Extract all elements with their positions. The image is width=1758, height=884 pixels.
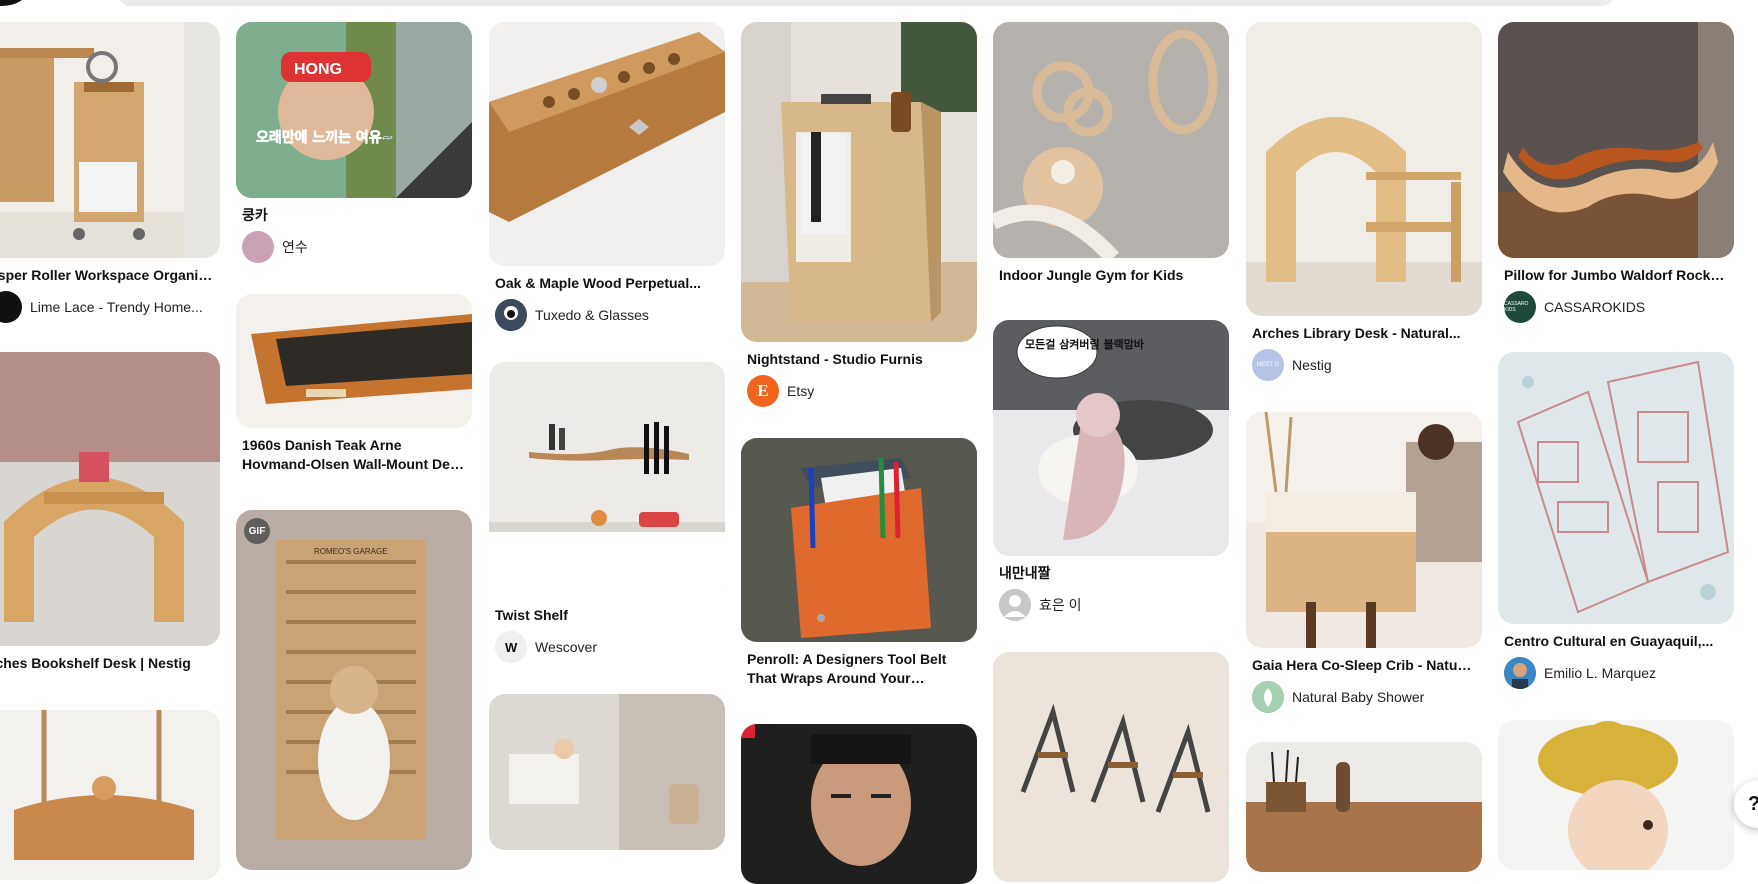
top-navigation-bar <box>0 0 1758 14</box>
pin-image[interactable]: HONG 오래만에 느끼는 여유~ <box>236 22 472 198</box>
pin-card[interactable]: Twist Shelf W Wescover <box>489 362 725 663</box>
pin-image[interactable]: ROMEO'S GARAGE GIF <box>236 510 472 870</box>
help-button[interactable]: ? <box>1734 780 1758 828</box>
pin-card[interactable]: ROMEO'S GARAGE GIF <box>236 510 472 870</box>
pin-title[interactable]: Indoor Jungle Gym for Kids <box>999 266 1223 285</box>
pin-image[interactable] <box>489 22 725 266</box>
search-bar[interactable] <box>118 0 1614 6</box>
creator-avatar <box>242 231 274 263</box>
pin-title[interactable]: Centro Cultural en Guayaquil,... <box>1504 632 1728 651</box>
pin-image[interactable] <box>741 22 977 342</box>
pin-card[interactable]: HONG 오래만에 느끼는 여유~ 쿵카 연수 <box>236 22 472 263</box>
pin-creator[interactable]: E Etsy <box>747 375 971 407</box>
pin-card[interactable]: Oak & Maple Wood Perpetual... Tuxedo & G… <box>489 22 725 331</box>
profile-avatar[interactable] <box>0 0 26 6</box>
pin-creator[interactable]: W Wescover <box>495 631 719 663</box>
default-user-avatar <box>999 589 1031 621</box>
pin-card[interactable]: 1960s Danish Teak Arne Hovmand-Olsen Wal… <box>236 294 472 474</box>
pin-image[interactable] <box>1246 22 1482 316</box>
creator-name[interactable]: Wescover <box>535 639 597 655</box>
pin-card[interactable]: Gaia Hera Co-Sleep Crib - Natura... Natu… <box>1246 412 1482 713</box>
pin-creator[interactable]: NEST G Nestig <box>1252 349 1476 381</box>
pin-card[interactable] <box>489 694 725 850</box>
pin-creator[interactable]: Emilio L. Marquez <box>1504 657 1728 689</box>
creator-avatar <box>1252 681 1284 713</box>
creator-avatar <box>1504 657 1536 689</box>
speech-bubble-text: 모든걸 삼켜버릴 블랙맘바 <box>1025 337 1145 351</box>
creator-avatar: NEST G <box>1252 349 1284 381</box>
pin-title[interactable]: Penroll: A Designers Tool Belt That Wrap… <box>747 650 971 688</box>
creator-name[interactable]: Etsy <box>787 383 814 399</box>
creator-name[interactable]: Emilio L. Marquez <box>1544 665 1656 681</box>
svg-text:W: W <box>505 640 518 655</box>
pin-title[interactable]: 내만내짤 <box>999 564 1223 583</box>
pin-image[interactable] <box>0 22 220 258</box>
pin-title[interactable]: Oak & Maple Wood Perpetual... <box>495 274 719 293</box>
pin-card[interactable] <box>993 652 1229 882</box>
pin-image[interactable] <box>1246 742 1482 872</box>
creator-name[interactable]: Nestig <box>1292 357 1332 373</box>
pin-image[interactable] <box>993 652 1229 882</box>
pin-creator[interactable]: Natural Baby Shower <box>1252 681 1476 713</box>
pin-creator[interactable]: 연수 <box>242 231 466 263</box>
pin-title[interactable]: Pillow for Jumbo Waldorf Rocker... <box>1504 266 1728 285</box>
pin-card[interactable] <box>1498 720 1734 870</box>
pin-card[interactable] <box>741 724 977 884</box>
pin-card[interactable] <box>1246 742 1482 872</box>
subtitle-overlay: 오래만에 느끼는 여유~ <box>256 129 393 146</box>
pin-creator[interactable]: Lime Lace - Trendy Home... <box>0 291 214 323</box>
pin-card[interactable]: asper Roller Workspace Organis... Lime L… <box>0 22 220 323</box>
creator-avatar: W <box>495 631 527 663</box>
creator-name[interactable]: 연수 <box>282 237 308 257</box>
pin-title[interactable]: 쿵카 <box>242 206 466 225</box>
pin-image[interactable]: 모든걸 삼켜버릴 블랙맘바 <box>993 320 1229 556</box>
pin-image[interactable] <box>0 710 220 880</box>
pin-title[interactable]: Twist Shelf <box>495 606 719 625</box>
pin-card[interactable] <box>0 710 220 880</box>
pin-image[interactable] <box>993 22 1229 258</box>
pin-image[interactable] <box>741 438 977 642</box>
pin-card[interactable]: 모든걸 삼켜버릴 블랙맘바 내만내짤 효은 이 <box>993 320 1229 621</box>
pin-title[interactable]: rches Bookshelf Desk | Nestig <box>0 654 214 673</box>
creator-name[interactable]: Tuxedo & Glasses <box>535 307 649 323</box>
pin-image[interactable] <box>0 352 220 646</box>
pin-card[interactable]: Pillow for Jumbo Waldorf Rocker... CASSA… <box>1498 22 1734 323</box>
pin-image[interactable] <box>489 694 725 850</box>
svg-text:HONG: HONG <box>294 61 342 78</box>
etsy-letter: E <box>757 381 769 400</box>
pin-image[interactable] <box>236 294 472 428</box>
pin-creator[interactable]: CASSARO KIDS CASSAROKIDS <box>1504 291 1728 323</box>
creator-avatar <box>495 299 527 331</box>
pin-image[interactable] <box>489 362 725 598</box>
creator-avatar: CASSARO KIDS <box>1504 291 1536 323</box>
pin-image[interactable] <box>1498 22 1734 258</box>
creator-name[interactable]: Lime Lace - Trendy Home... <box>30 299 203 315</box>
pin-card[interactable]: Indoor Jungle Gym for Kids <box>993 22 1229 285</box>
pin-title[interactable]: Gaia Hera Co-Sleep Crib - Natura... <box>1252 656 1476 675</box>
pin-image[interactable] <box>741 724 977 884</box>
pin-card[interactable]: Penroll: A Designers Tool Belt That Wrap… <box>741 438 977 688</box>
pin-title[interactable]: Nightstand - Studio Furnis <box>747 350 971 369</box>
pin-card[interactable]: Arches Library Desk - Natural... NEST G … <box>1246 22 1482 381</box>
pin-image[interactable] <box>1498 352 1734 624</box>
garage-sign: ROMEO'S GARAGE <box>314 547 388 556</box>
pin-creator[interactable]: 효은 이 <box>999 589 1223 621</box>
creator-avatar <box>0 291 22 323</box>
creator-name[interactable]: 효은 이 <box>1039 595 1082 615</box>
pin-card[interactable]: Nightstand - Studio Furnis E Etsy <box>741 22 977 407</box>
pin-title[interactable]: asper Roller Workspace Organis... <box>0 266 214 285</box>
gif-badge: GIF <box>244 518 270 544</box>
pin-card[interactable]: rches Bookshelf Desk | Nestig <box>0 352 220 673</box>
pin-creator[interactable]: Tuxedo & Glasses <box>495 299 719 331</box>
creator-name[interactable]: Natural Baby Shower <box>1292 689 1424 705</box>
pin-image[interactable] <box>1246 412 1482 648</box>
etsy-logo-avatar: E <box>747 375 779 407</box>
pin-title[interactable]: 1960s Danish Teak Arne Hovmand-Olsen Wal… <box>242 436 466 474</box>
pin-title[interactable]: Arches Library Desk - Natural... <box>1252 324 1476 343</box>
pin-image[interactable] <box>1498 720 1734 870</box>
creator-name[interactable]: CASSAROKIDS <box>1544 299 1645 315</box>
pin-card[interactable]: Centro Cultural en Guayaquil,... Emilio … <box>1498 352 1734 689</box>
